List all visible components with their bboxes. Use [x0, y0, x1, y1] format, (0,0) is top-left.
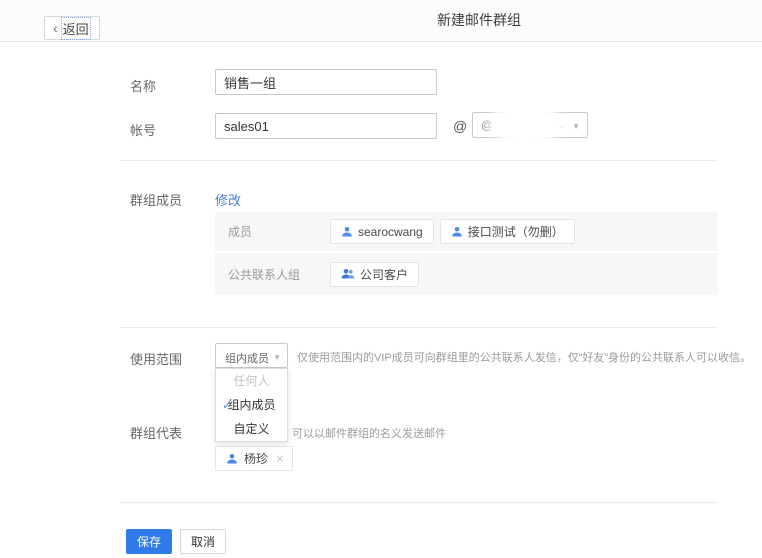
representative-label: 群组代表 — [130, 423, 182, 442]
close-icon[interactable]: × — [276, 451, 284, 466]
at-separator: @ — [453, 118, 467, 134]
representative-chip-label: 杨珍 — [244, 450, 268, 467]
scope-hint: 仅使用范围内的VIP成员可向群组里的公共联系人发信，仅“好友”身份的公共联系人可… — [297, 349, 751, 365]
chevron-left-icon: ‹ — [53, 21, 58, 35]
page-title: 新建邮件群组 — [437, 0, 521, 41]
contact-group-row-label: 公共联系人组 — [228, 266, 330, 283]
contact-group-chip-label: 公司客户 — [360, 266, 408, 283]
privacy-blur-overlay — [488, 103, 564, 145]
section-divider — [120, 502, 718, 503]
members-label: 群组成员 — [130, 190, 182, 209]
back-button[interactable]: ‹ 返回 — [44, 16, 100, 40]
account-input[interactable] — [215, 113, 437, 139]
representative-chip: 杨珍 × — [215, 446, 293, 471]
members-row-label: 成员 — [228, 223, 330, 240]
member-chip: 接口测试（勿删） — [440, 219, 575, 244]
scope-option-anyone[interactable]: 任何人 — [216, 369, 287, 393]
check-icon: ✓ — [222, 393, 232, 417]
modify-members-link[interactable]: 修改 — [215, 190, 241, 209]
scope-option-label: 组内成员 — [227, 398, 275, 412]
contact-group-chip: 公司客户 — [330, 262, 419, 287]
people-group-icon — [341, 268, 355, 280]
contact-group-row: 公共联系人组 公司客户 — [215, 253, 718, 295]
scope-label: 使用范围 — [130, 349, 182, 368]
person-icon — [226, 453, 238, 465]
member-chip: searocwang — [330, 219, 434, 244]
representative-hint: 可以以邮件群组的名义发送邮件 — [292, 425, 446, 441]
create-mail-group-page: ‹ 返回 新建邮件群组 名称 帐号 @ @ n... ▼ 群组成员 修改 成员 … — [0, 0, 762, 558]
section-divider — [120, 160, 718, 161]
account-label: 帐号 — [130, 120, 156, 139]
name-label: 名称 — [130, 76, 156, 95]
scope-selected-value: 组内成员 — [225, 350, 269, 366]
member-chip-label: 接口测试（勿删） — [468, 223, 564, 240]
scope-select[interactable]: 组内成员 ▼ — [215, 343, 288, 368]
chevron-down-icon: ▼ — [273, 353, 281, 362]
person-icon — [451, 226, 463, 238]
member-chip-label: searocwang — [358, 225, 423, 239]
scope-option-group-members[interactable]: ✓ 组内成员 — [216, 393, 287, 417]
chevron-down-icon: ▼ — [572, 122, 580, 131]
back-button-label: 返回 — [63, 19, 89, 38]
scope-dropdown-menu: 任何人 ✓ 组内成员 自定义 — [215, 368, 288, 442]
name-input[interactable] — [215, 69, 437, 95]
cancel-button[interactable]: 取消 — [180, 529, 226, 554]
section-divider — [120, 327, 718, 328]
contact-group-chips: 公司客户 — [330, 262, 419, 287]
members-row: 成员 searocwang 接口测试（勿删） — [215, 212, 718, 251]
save-button[interactable]: 保存 — [126, 529, 172, 554]
page-header: ‹ 返回 新建邮件群组 — [0, 0, 762, 42]
scope-option-custom[interactable]: 自定义 — [216, 417, 287, 441]
member-chips: searocwang 接口测试（勿删） — [330, 219, 575, 244]
person-icon — [341, 226, 353, 238]
